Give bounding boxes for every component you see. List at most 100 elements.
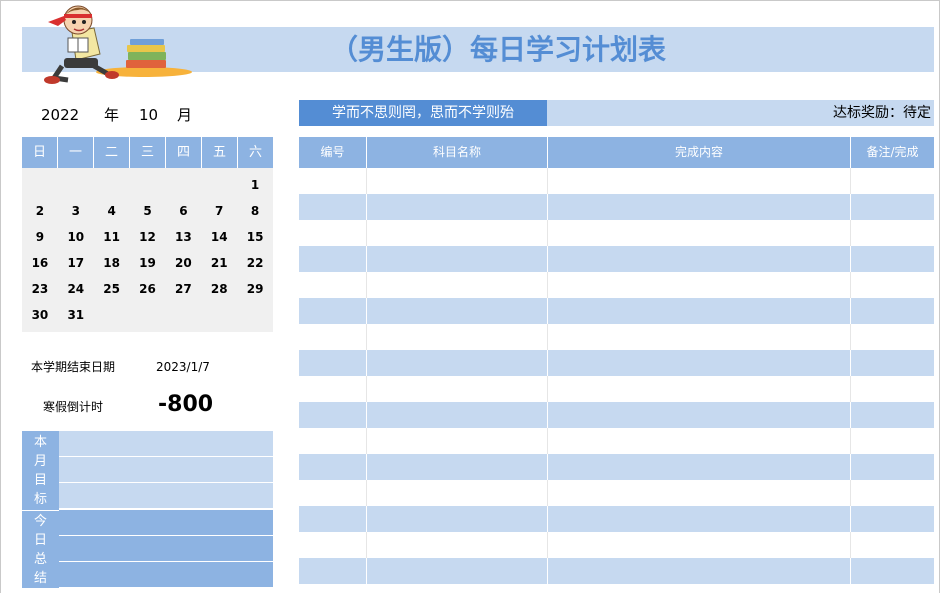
note-cell[interactable] [851,402,934,428]
calendar-day[interactable]: 8 [237,198,273,224]
calendar-day[interactable]: 10 [58,224,94,250]
calendar-day[interactable]: 19 [130,250,166,276]
number-cell[interactable] [299,246,367,272]
number-cell[interactable] [299,532,367,558]
month-goal-row[interactable] [59,457,273,483]
note-cell[interactable] [851,558,934,584]
today-summary-row[interactable] [59,536,273,562]
today-summary-row[interactable] [59,510,273,536]
note-cell[interactable] [851,532,934,558]
content-cell[interactable] [548,480,851,506]
calendar-day[interactable]: 12 [130,224,166,250]
subject-cell[interactable] [367,558,548,584]
calendar-day[interactable]: 29 [237,276,273,302]
subject-cell[interactable] [367,298,548,324]
calendar-day[interactable]: 28 [201,276,237,302]
number-cell[interactable] [299,376,367,402]
calendar-day[interactable]: 13 [165,224,201,250]
calendar-day[interactable]: 6 [165,198,201,224]
content-cell[interactable] [548,532,851,558]
subject-cell[interactable] [367,168,548,194]
note-cell[interactable] [851,350,934,376]
content-cell[interactable] [548,402,851,428]
calendar-day[interactable]: 25 [94,276,130,302]
calendar-day[interactable]: 9 [22,224,58,250]
note-cell[interactable] [851,246,934,272]
note-cell[interactable] [851,376,934,402]
content-cell[interactable] [548,246,851,272]
month-goal-row[interactable] [59,483,273,509]
number-cell[interactable] [299,350,367,376]
content-cell[interactable] [548,558,851,584]
content-cell[interactable] [548,298,851,324]
number-cell[interactable] [299,168,367,194]
number-cell[interactable] [299,428,367,454]
subject-cell[interactable] [367,454,548,480]
note-cell[interactable] [851,454,934,480]
number-cell[interactable] [299,402,367,428]
calendar-day[interactable]: 4 [94,198,130,224]
calendar-day[interactable]: 21 [201,250,237,276]
note-cell[interactable] [851,428,934,454]
note-cell[interactable] [851,272,934,298]
note-cell[interactable] [851,168,934,194]
calendar-day[interactable]: 3 [58,198,94,224]
today-summary-row[interactable] [59,562,273,588]
subject-cell[interactable] [367,506,548,532]
number-cell[interactable] [299,324,367,350]
calendar-day[interactable]: 20 [165,250,201,276]
content-cell[interactable] [548,454,851,480]
note-cell[interactable] [851,506,934,532]
month-value[interactable]: 10 [139,104,158,126]
note-cell[interactable] [851,220,934,246]
content-cell[interactable] [548,272,851,298]
content-cell[interactable] [548,428,851,454]
subject-cell[interactable] [367,246,548,272]
subject-cell[interactable] [367,480,548,506]
number-cell[interactable] [299,272,367,298]
number-cell[interactable] [299,298,367,324]
number-cell[interactable] [299,480,367,506]
content-cell[interactable] [548,376,851,402]
subject-cell[interactable] [367,324,548,350]
calendar-day[interactable]: 26 [130,276,166,302]
calendar-day[interactable]: 5 [130,198,166,224]
calendar-day[interactable]: 2 [22,198,58,224]
content-cell[interactable] [548,506,851,532]
calendar-day[interactable]: 17 [58,250,94,276]
number-cell[interactable] [299,194,367,220]
calendar-day[interactable]: 16 [22,250,58,276]
month-goal-row[interactable] [59,431,273,457]
subject-cell[interactable] [367,350,548,376]
subject-cell[interactable] [367,376,548,402]
calendar-day[interactable]: 11 [94,224,130,250]
calendar-day[interactable]: 7 [201,198,237,224]
calendar-day[interactable]: 18 [94,250,130,276]
subject-cell[interactable] [367,194,548,220]
calendar-day[interactable]: 23 [22,276,58,302]
calendar-day[interactable]: 27 [165,276,201,302]
subject-cell[interactable] [367,272,548,298]
content-cell[interactable] [548,168,851,194]
note-cell[interactable] [851,480,934,506]
content-cell[interactable] [548,350,851,376]
calendar-day[interactable]: 22 [237,250,273,276]
calendar-day[interactable]: 14 [201,224,237,250]
year-value[interactable]: 2022 [41,104,79,126]
calendar-day[interactable]: 1 [237,172,273,198]
content-cell[interactable] [548,194,851,220]
note-cell[interactable] [851,194,934,220]
note-cell[interactable] [851,324,934,350]
subject-cell[interactable] [367,402,548,428]
number-cell[interactable] [299,454,367,480]
number-cell[interactable] [299,558,367,584]
calendar-day[interactable]: 30 [22,302,58,328]
number-cell[interactable] [299,220,367,246]
calendar-day[interactable]: 15 [237,224,273,250]
subject-cell[interactable] [367,532,548,558]
subject-cell[interactable] [367,220,548,246]
calendar-day[interactable]: 24 [58,276,94,302]
calendar-day[interactable]: 31 [58,302,94,328]
content-cell[interactable] [548,220,851,246]
note-cell[interactable] [851,298,934,324]
